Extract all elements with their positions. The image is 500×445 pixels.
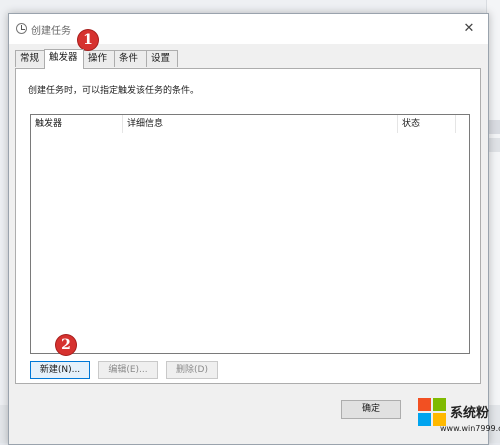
background-row xyxy=(488,138,500,152)
column-header-trigger[interactable]: 触发器 xyxy=(31,115,123,133)
clock-icon xyxy=(16,23,27,34)
edit-trigger-button[interactable]: 编辑(E)... xyxy=(98,361,158,379)
tab-settings[interactable]: 设置 xyxy=(146,50,178,67)
step-marker-1: 1 xyxy=(78,30,98,50)
step-marker-2: 2 xyxy=(56,335,76,355)
ok-button[interactable]: 确定 xyxy=(341,400,401,419)
column-header-details[interactable]: 详细信息 xyxy=(123,115,398,133)
delete-trigger-button[interactable]: 删除(D) xyxy=(166,361,218,379)
dialog-title: 创建任务 xyxy=(31,26,71,37)
triggers-panel: 创建任务时，可以指定触发该任务的条件。 触发器 详细信息 状态 新建(N)...… xyxy=(15,68,481,384)
background-row xyxy=(488,120,500,134)
watermark-text: 系统粉 xyxy=(450,406,490,421)
new-trigger-button[interactable]: 新建(N)... xyxy=(30,361,90,379)
close-button[interactable]: ✕ xyxy=(454,17,484,41)
triggers-description: 创建任务时，可以指定触发该任务的条件。 xyxy=(28,86,200,96)
tab-actions[interactable]: 操作 xyxy=(83,50,115,67)
watermark-url: www.win7999.com xyxy=(440,424,500,433)
create-task-dialog: 创建任务 ✕ 常规 触发器 操作 条件 设置 创建任务时，可以指定触发该任务的条… xyxy=(8,13,489,445)
triggers-list[interactable]: 触发器 详细信息 状态 xyxy=(30,114,470,354)
tab-triggers[interactable]: 触发器 xyxy=(44,49,84,69)
tab-conditions[interactable]: 条件 xyxy=(114,50,147,67)
windows-logo-icon xyxy=(418,398,446,426)
tab-general[interactable]: 常规 xyxy=(15,50,45,67)
column-header-status[interactable]: 状态 xyxy=(398,115,456,133)
